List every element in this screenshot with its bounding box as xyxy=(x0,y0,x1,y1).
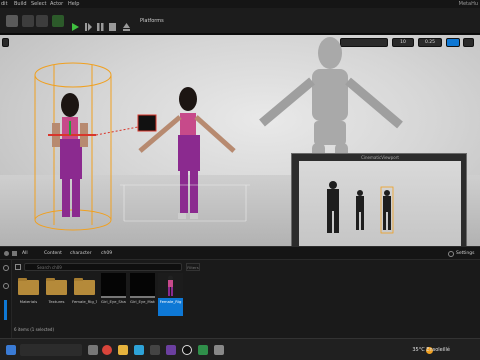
unreal-engine-icon[interactable] xyxy=(182,345,192,355)
weather-widget[interactable]: 35°C Ensoleillé xyxy=(412,345,450,355)
pause-icon[interactable] xyxy=(96,22,105,32)
preview-caption: CinematicViewport xyxy=(361,155,399,160)
app-icon-dark[interactable] xyxy=(150,345,160,355)
level-viewport[interactable]: 10 0.25 CinematicViewport xyxy=(0,35,480,246)
main-toolbar: Platforms xyxy=(0,8,480,34)
menu-actor[interactable]: Actor xyxy=(50,0,63,8)
asset-label: Girl_Eye_Materials_Variant_Y_1 xyxy=(130,300,155,304)
platforms-dropdown[interactable]: Platforms xyxy=(132,15,170,27)
menu-select[interactable]: Select xyxy=(31,0,46,8)
breadcrumb-all[interactable]: All xyxy=(22,247,28,260)
content-browser-header: All Content character ch09 Settings xyxy=(0,247,480,260)
app-icon-green[interactable] xyxy=(198,345,208,355)
asset-label: Female_Rig xyxy=(159,300,182,304)
gear-icon[interactable] xyxy=(448,251,454,257)
asset-thumbnail xyxy=(130,273,155,298)
folder-icon xyxy=(72,273,97,298)
cinematic-preview: CinematicViewport xyxy=(291,153,467,246)
content-browser: All Content character ch09 Settings Sear… xyxy=(0,246,480,339)
step-icon[interactable] xyxy=(84,22,93,32)
sources-panel-handle[interactable] xyxy=(4,300,7,320)
taskbar-search[interactable] xyxy=(20,344,82,356)
blueprint-icon[interactable] xyxy=(52,15,64,27)
asset-thumbnail xyxy=(158,273,183,298)
menu-edit[interactable]: dit xyxy=(1,0,8,8)
character-girl-selected xyxy=(48,93,139,217)
collections-icon[interactable] xyxy=(3,283,9,289)
content-search-input[interactable]: Search ch09 xyxy=(24,263,182,271)
stop-icon[interactable] xyxy=(108,22,117,32)
asset-folder-materials[interactable]: Materials xyxy=(16,273,41,316)
menu-help[interactable]: Help xyxy=(68,0,79,8)
task-view-icon[interactable] xyxy=(88,345,98,355)
breadcrumb-character[interactable]: character xyxy=(70,247,92,260)
save-icon[interactable] xyxy=(6,15,18,27)
asset-label: Textures xyxy=(48,300,65,304)
folder-icon xyxy=(16,273,41,298)
breadcrumb-content[interactable]: Content xyxy=(44,247,62,260)
asset-thumbnail xyxy=(101,273,126,298)
search-icon xyxy=(3,265,9,271)
eject-icon[interactable] xyxy=(122,22,131,32)
breadcrumb-ch09[interactable]: ch09 xyxy=(101,247,112,260)
preview-image xyxy=(299,161,461,246)
play-icon[interactable] xyxy=(71,22,80,32)
menu-bar: dit Build Select Actor Help MetaHu xyxy=(0,0,480,8)
app-icon-grey[interactable] xyxy=(214,345,224,355)
app-icon-purple[interactable] xyxy=(166,345,176,355)
start-icon[interactable] xyxy=(6,345,16,355)
menu-build[interactable]: Build xyxy=(14,0,27,8)
asset-folder-textures[interactable]: Textures xyxy=(44,273,69,316)
sources-toggle[interactable] xyxy=(0,260,12,339)
os-taskbar: 35°C Ensoleillé xyxy=(0,338,480,360)
character-girl-center xyxy=(138,87,236,219)
camera-actor xyxy=(137,114,157,132)
add-icon[interactable] xyxy=(4,251,9,256)
asset-eye-materials[interactable]: Girl_Eye_Materials_Variant_Y_1 xyxy=(130,273,155,316)
file-explorer-icon[interactable] xyxy=(118,345,128,355)
content-browser-status: 6 items (1 selected) xyxy=(14,327,55,332)
app-icon-blue[interactable] xyxy=(134,345,144,355)
asset-label: Female_Rig_Tilda xyxy=(72,300,97,304)
browser-icon[interactable] xyxy=(102,345,112,355)
import-icon[interactable] xyxy=(12,251,17,256)
asset-label: Girl_Eye_Shaderpack_Quarterly_Kid xyxy=(101,300,126,304)
project-name: MetaHu xyxy=(458,1,478,7)
content-icon[interactable] xyxy=(36,15,48,27)
settings-button[interactable]: Settings xyxy=(456,247,474,260)
asset-female-rig-selected[interactable]: Female_Rig xyxy=(158,273,183,316)
asset-eye-shader[interactable]: Girl_Eye_Shaderpack_Quarterly_Kid xyxy=(101,273,126,316)
asset-folder-female-rig[interactable]: Female_Rig_Tilda xyxy=(72,273,97,316)
asset-label: Materials xyxy=(19,300,38,304)
mode-select-icon[interactable] xyxy=(22,15,34,27)
filter-icon[interactable] xyxy=(15,264,21,270)
folder-icon xyxy=(44,273,69,298)
filters-button[interactable]: Filters xyxy=(186,263,200,271)
